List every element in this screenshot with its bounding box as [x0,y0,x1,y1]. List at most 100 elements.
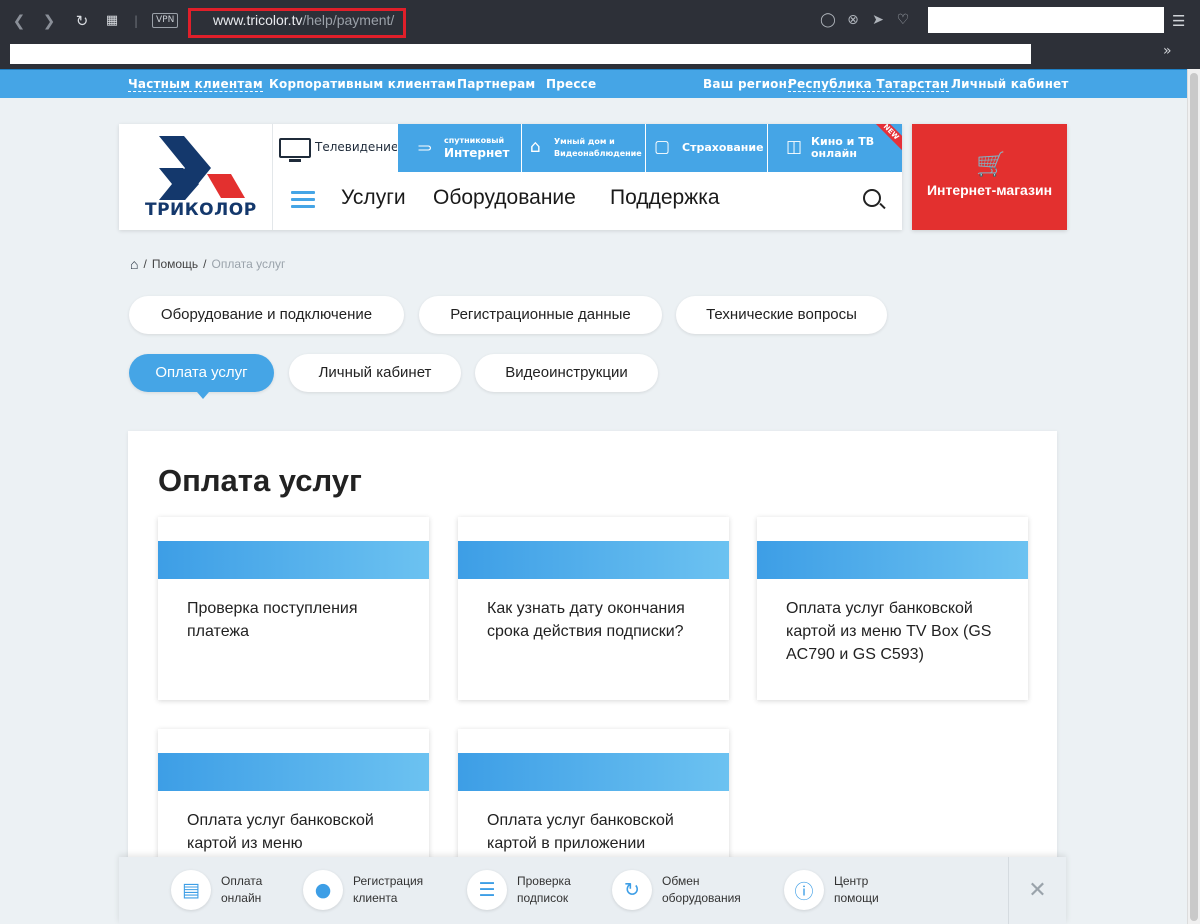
camera-icon[interactable]: ◯ [820,12,836,28]
nav-corporate-clients[interactable]: Корпоративным клиентам [269,77,456,91]
qa-label: Обмен [662,874,700,888]
card-title: Оплата услуг банковской картой из меню T… [786,600,992,663]
forward-icon[interactable]: ❯ [39,11,59,31]
home-icon[interactable]: ⌂ [130,256,138,272]
nav-account[interactable]: Личный кабинет [951,77,1069,91]
nav-partners[interactable]: Партнерам [457,77,535,91]
send-icon[interactable]: ➤ [870,12,886,28]
page-title: Оплата услуг [158,463,362,498]
cart-icon: 🛒 [976,150,1006,178]
card-stripe [458,753,729,791]
card-stripe [158,541,429,579]
reload-icon[interactable]: ↻ [72,11,92,31]
category-equipment[interactable]: Оборудование и подключение [129,296,404,334]
site-header: ТРИКОЛОР Телевидение ⥰ спутниковый Интер… [119,124,902,230]
quick-actions-bar: ▤ Оплата онлайн ● Регистрация клиента ☰ Пр… [119,857,1066,924]
qa-label: Регистрация [353,874,424,888]
url-path: /help/payment/ [302,12,395,28]
quick-action-help-center[interactable]: ⓘ Центр помощи [784,867,879,913]
card-title: Проверка поступления платежа [187,600,358,640]
speed-dial-icon[interactable]: ▦ [102,11,122,31]
tab-smart-home[interactable]: ⌂ Умный дом и Видеонаблюдение [521,124,645,172]
category-video[interactable]: Видеоинструкции [475,354,658,392]
more-icon[interactable]: » [1163,43,1172,59]
qa-label: Оплата [221,874,263,888]
qa-label: Центр [834,874,869,888]
qa-label: помощи [834,891,879,905]
close-icon[interactable]: ✕ [1008,857,1066,924]
qa-label: подписок [517,891,569,905]
tab-cinema-line2: онлайн [811,147,857,160]
tab-satellite-internet[interactable]: ⥰ спутниковый Интернет [397,124,521,172]
card-stripe [757,541,1028,579]
article-card[interactable]: Как узнать дату окончания срока действия… [458,517,729,700]
online-shop-button[interactable]: 🛒 Интернет-магазин [912,124,1067,230]
burger-menu-icon[interactable] [291,191,315,209]
bookmarks-bar: » [0,42,1200,69]
vpn-badge[interactable]: VPN [152,13,179,28]
address-bar[interactable]: www.tricolor.tv/help/payment/ [213,12,394,28]
scrollbar-thumb[interactable] [1190,73,1198,921]
quick-action-check-subscriptions[interactable]: ☰ Проверка подписок [467,867,571,913]
category-tech-questions[interactable]: Технические вопросы [676,296,887,334]
card-title: Как узнать дату окончания срока действия… [487,600,685,640]
card-title: Оплата услуг банковской картой в приложе… [487,812,674,852]
search-icon[interactable] [863,189,881,207]
menu-icon[interactable]: ☰ [1172,12,1185,30]
back-icon[interactable]: ❮ [9,11,29,31]
card-stripe [458,541,729,579]
film-icon: ◫ [786,137,803,157]
qa-label: клиента [353,891,398,905]
menu-support[interactable]: Поддержка [610,186,720,210]
browser-toolbar: ❮ ❯ ↻ ▦ | VPN www.tricolor.tv/help/payme… [0,0,1200,42]
region-selector[interactable]: Республика Татарстан [788,77,949,92]
article-card[interactable]: Оплата услуг банковской картой из меню T… [757,517,1028,700]
tab-insurance-label: Страхование [682,141,764,154]
category-account[interactable]: Личный кабинет [289,354,461,392]
breadcrumb-help[interactable]: Помощь [152,257,198,271]
tab-internet-small: спутниковый [444,136,505,145]
tab-cinema[interactable]: ◫ Кино и ТВ онлайн NEW [767,124,902,172]
breadcrumb-sep: / [203,257,207,271]
category-registration[interactable]: Регистрационные данные [419,296,662,334]
breadcrumb: ⌂ / Помощь / Оплата услуг [130,256,285,272]
quick-action-exchange[interactable]: ↻ Обмен оборудования [612,867,741,913]
list-icon: ☰ [467,870,507,910]
breadcrumb-current: Оплата услуг [211,257,286,271]
tab-insurance[interactable]: ▢ Страхование [645,124,767,172]
card-stripe [158,753,429,791]
content-panel: Оплата услуг Проверка поступления платеж… [128,431,1057,924]
tab-smart-home-line1: Умный дом и [554,137,615,146]
info-icon: ⓘ [784,870,824,910]
logo[interactable]: ТРИКОЛОР [119,124,273,230]
menu-equipment[interactable]: Оборудование [433,186,576,210]
card-title: Оплата услуг банковской картой из меню [187,812,374,852]
tab-internet-label: Интернет [444,146,510,160]
tab-tv[interactable]: Телевидение [273,124,399,172]
online-shop-label: Интернет-магазин [926,182,1053,198]
url-host: www.tricolor.tv [213,12,303,28]
nav-press[interactable]: Прессе [546,77,596,91]
wallet-icon: ▤ [171,870,211,910]
breadcrumb-sep: / [143,257,147,271]
satellite-icon: ⥰ [418,137,432,157]
category-payment[interactable]: Оплата услуг [129,354,274,399]
tv-icon [279,138,311,162]
menu-services[interactable]: Услуги [341,186,406,210]
article-card[interactable]: Проверка поступления платежа [158,517,429,700]
briefcase-icon: ▢ [654,137,671,157]
heart-icon[interactable]: ♡ [895,12,911,28]
page-scrollbar[interactable] [1187,69,1200,924]
separator: | [133,14,139,28]
browser-search-field[interactable] [928,7,1164,33]
exchange-icon: ↻ [612,870,652,910]
quick-action-pay-online[interactable]: ▤ Оплата онлайн [171,867,262,913]
nav-private-clients[interactable]: Частным клиентам [128,77,263,92]
main-menu: Услуги Оборудование Поддержка [273,172,902,230]
qa-label: онлайн [221,891,262,905]
quick-action-registration[interactable]: ● Регистрация клиента [303,867,423,913]
tab-tv-label: Телевидение [315,140,399,154]
logo-text: ТРИКОЛОР [145,200,257,220]
shield-icon[interactable]: ⊗ [845,12,861,28]
user-icon: ● [303,870,343,910]
